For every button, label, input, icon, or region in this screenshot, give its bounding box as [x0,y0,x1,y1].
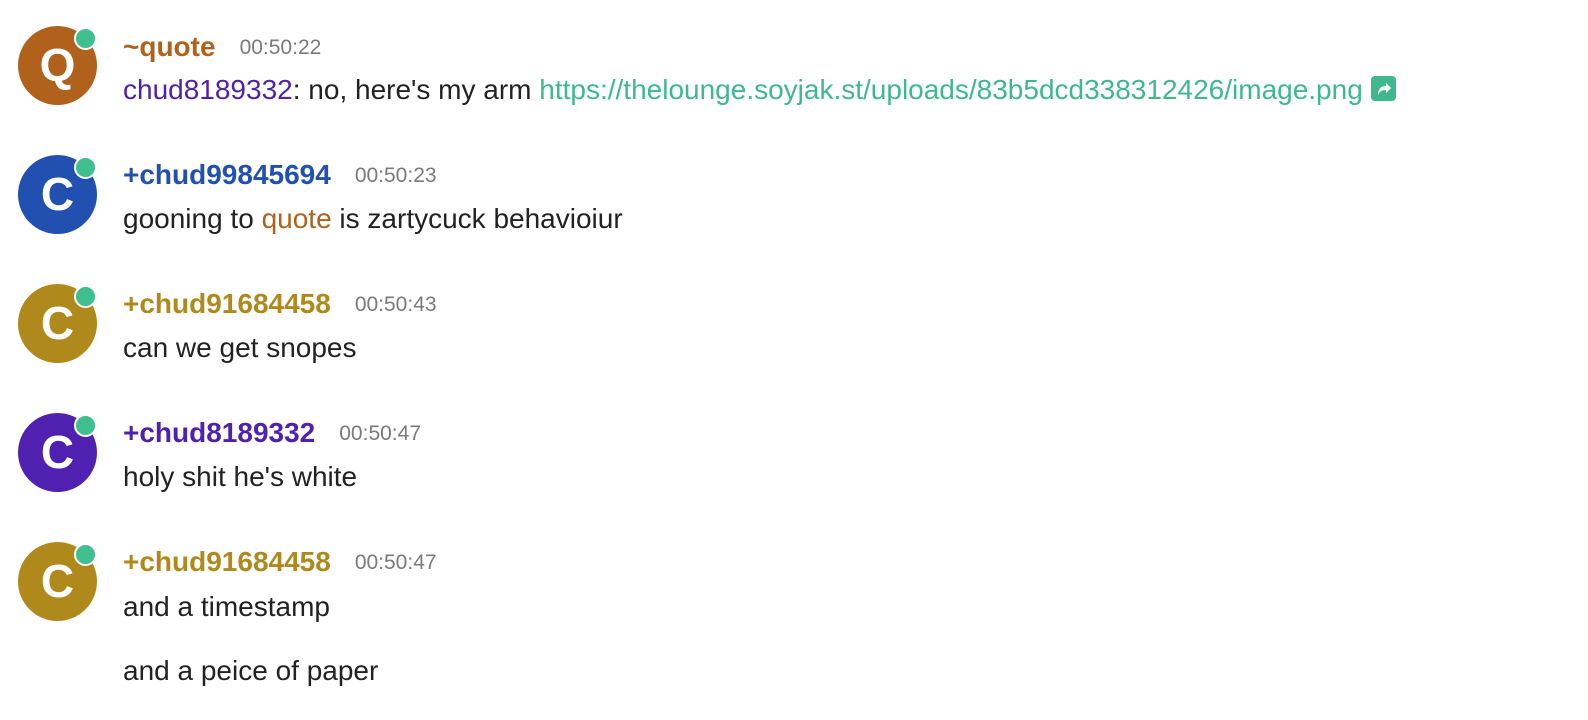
timestamp: 00:50:47 [354,551,437,574]
share-icon[interactable] [1370,76,1396,101]
online-status-dot [74,543,97,566]
message-header: +chud99845694 00:50:23 [123,159,437,191]
nick[interactable]: +chud8189332 [123,417,315,448]
mention[interactable]: chud8189332 [123,74,293,105]
message-header: +chud8189332 00:50:47 [123,417,421,449]
online-status-dot [74,27,97,50]
nick[interactable]: +chud91684458 [123,288,331,319]
message-text: holy shit he's white [123,461,358,492]
online-status-dot [74,414,97,437]
timestamp: 00:50:43 [354,293,437,316]
message-header: ~quote 00:50:22 [123,31,321,63]
message-text: chud8189332: no, here's my arm https://t… [123,74,1396,106]
mention[interactable]: quote [262,203,332,234]
timestamp: 00:50:22 [239,36,322,59]
message-header: +chud91684458 00:50:47 [123,546,437,578]
nick[interactable]: ~quote [123,31,216,62]
message-link[interactable]: https://thelounge.soyjak.st/uploads/83b5… [539,74,1363,105]
message-text: can we get snopes [123,332,357,363]
online-status-dot [74,285,97,308]
timestamp: 00:50:47 [339,422,421,445]
timestamp: 00:50:23 [354,164,437,187]
message-header: +chud91684458 00:50:43 [123,288,437,320]
message-text-part: gooning to [123,203,262,234]
message-text: gooning to quote is zartycuck behavioiur [123,203,623,235]
nick[interactable]: +chud99845694 [123,159,331,190]
message-text-part: : no, here's my arm [292,74,540,105]
message-text: and a timestamp [123,591,330,622]
chat-messages: Q ~quote 00:50:22 chud8189332: no, here's… [0,0,1588,720]
message-text-part: is zartycuck behavioiur [331,203,623,234]
message-text-continuation: and a peice of paper [123,655,379,686]
nick[interactable]: +chud91684458 [123,546,331,577]
online-status-dot [74,156,97,179]
